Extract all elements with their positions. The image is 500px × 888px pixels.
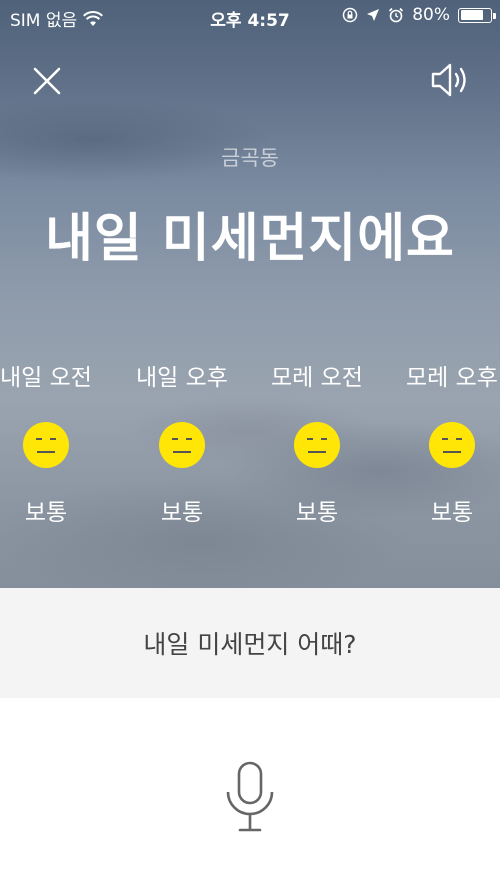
forecast-label: 모레 오후 — [406, 365, 498, 391]
neutral-face-icon — [294, 422, 340, 468]
query-text-panel: 내일 미세먼지 어때? — [0, 588, 500, 698]
battery-percent: 80% — [412, 5, 450, 25]
forecast-status: 보통 — [24, 500, 68, 526]
battery-fill — [460, 10, 484, 20]
rotation-lock-icon — [342, 7, 358, 23]
forecast-label: 내일 오전 — [0, 365, 92, 391]
alarm-icon — [389, 7, 404, 23]
battery-icon — [458, 7, 496, 23]
forecast-item-0: 내일 오전 보통 — [0, 358, 106, 528]
forecast-item-2: 모레 오전 보통 — [257, 358, 377, 528]
forecast-status: 보통 — [430, 500, 474, 526]
location-arrow-icon — [367, 9, 380, 21]
weather-hero: SIM 없음 오후 4:57 80% 금곡동 내일 미세먼지에요 내일 오전 보… — [0, 0, 500, 588]
neutral-face-icon — [23, 422, 69, 468]
neutral-face-icon — [429, 422, 475, 468]
query-text: 내일 미세먼지 어때? — [143, 630, 357, 659]
neutral-face-icon — [159, 422, 205, 468]
page-title: 내일 미세먼지에요 — [45, 209, 455, 269]
forecast-label: 모레 오전 — [271, 365, 363, 391]
forecast-status: 보통 — [160, 500, 204, 526]
close-icon[interactable] — [28, 62, 66, 100]
forecast-item-3: 모레 오후 보통 — [392, 358, 500, 528]
forecast-item-1: 내일 오후 보통 — [122, 358, 242, 528]
speaker-icon[interactable] — [430, 60, 474, 100]
location-label: 금곡동 — [221, 146, 279, 170]
status-right: 80% — [342, 5, 496, 25]
microphone-icon[interactable] — [222, 760, 278, 834]
status-bar: SIM 없음 오후 4:57 80% — [0, 0, 500, 34]
forecast-label: 내일 오후 — [136, 365, 228, 391]
forecast-status: 보통 — [295, 500, 339, 526]
